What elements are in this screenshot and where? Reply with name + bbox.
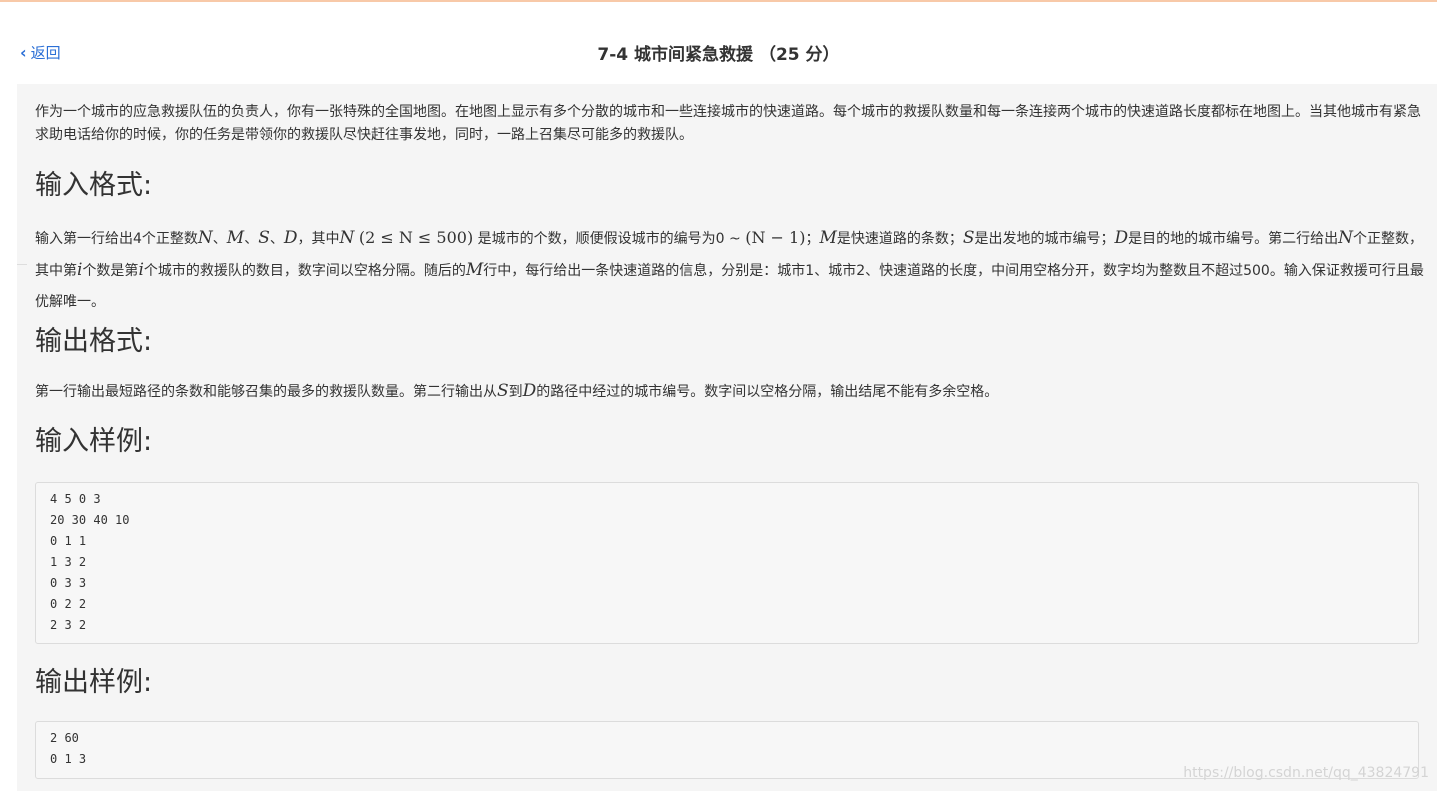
math-var: S <box>497 381 509 401</box>
text-span: 个城市的救援队的数目，数字间以空格分隔。随后的 <box>143 263 466 279</box>
text-span: 的路径中经过的城市编号。数字间以空格分隔，输出结尾不能有多余空格。 <box>536 384 999 400</box>
text-span: 输入第一行给出4个正整数 <box>35 231 198 247</box>
watermark: https://blog.csdn.net/qq_43824791 <box>1183 765 1429 781</box>
input-format-text: 输入第一行给出4个正整数N、M、S、D，其中N (2 ≤ N ≤ 500) 是城… <box>35 222 1425 318</box>
text-span: 、 <box>212 231 227 247</box>
math-var: S <box>962 228 975 248</box>
math-var: S <box>258 228 270 248</box>
math-var: M <box>226 228 245 248</box>
divider <box>17 264 27 265</box>
math-var: N <box>339 228 355 248</box>
math-var: M <box>465 260 484 280</box>
math-var: D <box>1114 228 1129 248</box>
problem-content: 作为一个城市的应急救援队伍的负责人，你有一张特殊的全国地图。在地图上显示有多个分… <box>17 84 1437 791</box>
math-var: D <box>522 381 537 401</box>
input-format-heading: 输入格式: <box>35 170 153 201</box>
math-expression: (2 ≤ N ≤ 500) <box>358 228 474 247</box>
text-span: ； <box>805 231 820 247</box>
math-var: M <box>819 228 837 248</box>
math-var: N <box>1338 228 1354 248</box>
text-span: 第一行输出最短路径的条数和能够召集的最多的救援队数量。第二行输出从 <box>35 384 497 400</box>
page-title: 7-4 城市间紧急救援 （25 分） <box>597 45 840 65</box>
problem-description: 作为一个城市的应急救援队伍的负责人，你有一张特殊的全国地图。在地图上显示有多个分… <box>35 104 1421 143</box>
text-span: 、 <box>269 231 284 247</box>
sample-input-heading: 输入样例: <box>35 426 153 457</box>
text-span: 、 <box>244 231 259 247</box>
math-var: N <box>197 228 213 248</box>
text-span: ，其中 <box>297 231 340 247</box>
text-span: 是目的地的城市编号。第二行给出 <box>1128 231 1339 247</box>
sample-input-code: 4 5 0 3 20 30 40 10 0 1 1 1 3 2 0 3 3 0 … <box>35 482 1419 644</box>
math-var: D <box>283 228 298 248</box>
text-span: 是快速道路的条数； <box>836 231 963 247</box>
text-span: 是出发地的城市编号； <box>974 231 1115 247</box>
output-format-heading: 输出格式: <box>35 326 153 357</box>
output-format-text: 第一行输出最短路径的条数和能够召集的最多的救援队数量。第二行输出从S到D的路径中… <box>35 380 1425 404</box>
math-expression: (N − 1) <box>745 228 806 247</box>
header: ‹ 返回 7-4 城市间紧急救援 （25 分） <box>0 2 1437 82</box>
sample-output-heading: 输出样例: <box>35 667 153 698</box>
text-span: 个数是第 <box>82 263 139 279</box>
text-span: 是城市的个数，顺便假设城市的编号为0 ~ <box>477 231 741 247</box>
text-span: 到 <box>508 384 523 400</box>
